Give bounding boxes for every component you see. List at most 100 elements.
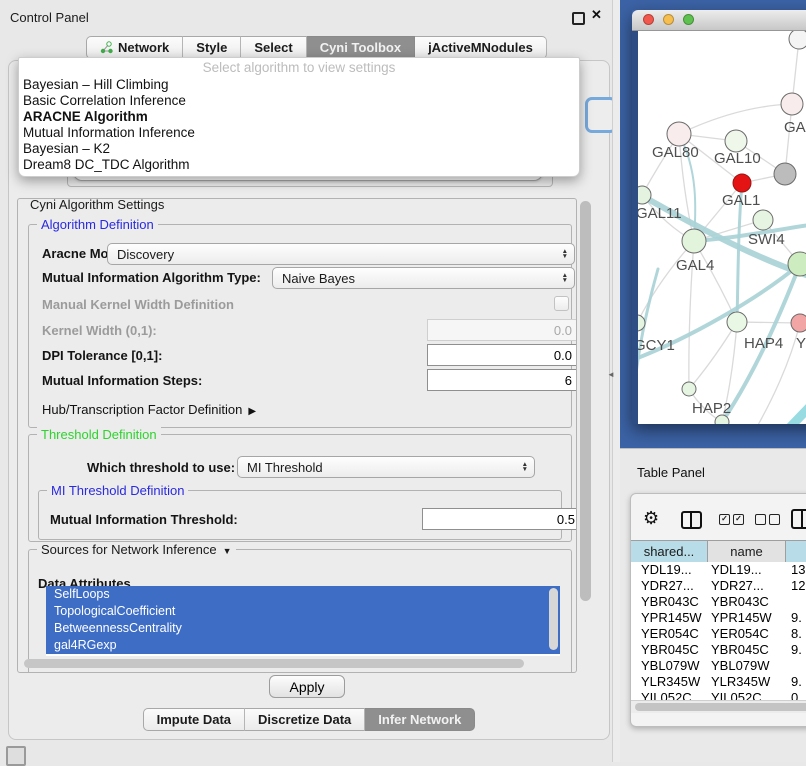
network-node-gal10[interactable] — [725, 130, 747, 152]
dpi-tolerance-field[interactable] — [427, 344, 577, 366]
table-cell: 0. — [786, 690, 806, 700]
scrollbar-thumb[interactable] — [24, 659, 524, 668]
algorithm-option[interactable]: Bayesian – Hill Climbing — [19, 77, 579, 93]
network-node-swi4[interactable] — [753, 210, 773, 230]
select-checkboxes-icon[interactable]: ✓✓ — [719, 514, 744, 525]
tab-cyni-toolbox[interactable]: Cyni Toolbox — [307, 36, 415, 59]
algorithm-option[interactable]: Mutual Information Inference — [19, 125, 579, 141]
attribute-item-selected[interactable]: BetweennessCentrality — [46, 620, 560, 637]
tab-jactivemnodules[interactable]: jActiveMNodules — [415, 36, 547, 59]
tab-infer-network[interactable]: Infer Network — [365, 708, 475, 731]
network-node-gal4[interactable] — [682, 229, 706, 253]
table-row[interactable]: YDL19...YDL19...13 — [631, 562, 806, 578]
settings-horizontal-scrollbar[interactable] — [24, 659, 564, 669]
column-view-icon[interactable] — [681, 511, 702, 529]
algorithm-option[interactable]: Basic Correlation Inference — [19, 93, 579, 109]
sources-legend[interactable]: Sources for Network Inference▼ — [37, 542, 236, 557]
mi-steps-field[interactable] — [427, 369, 577, 391]
table-row[interactable]: YDR27...YDR27...12 — [631, 578, 806, 594]
table-row[interactable]: YBL079WYBL079W — [631, 658, 806, 674]
algorithm-option[interactable]: Dream8 DC_TDC Algorithm — [19, 157, 579, 173]
tab-label: Infer Network — [378, 712, 461, 727]
apply-button[interactable]: Apply — [269, 675, 345, 698]
control-panel-window: Control Panel ✕ NetworkStyleSelectCyni T… — [0, 0, 612, 762]
table-body: YDL19...YDL19...13YDR27...YDR27...12YBR0… — [631, 562, 806, 700]
network-graph[interactable]: GALGAL80GAL10GAL1GAL11SWI4GAL4GCY1HAP4YH… — [638, 31, 806, 424]
table-row[interactable]: YBR043CYBR043C — [631, 594, 806, 610]
settings-vertical-scrollbar[interactable] — [579, 198, 592, 663]
expander-collapsed-icon[interactable]: ▶ — [248, 406, 256, 417]
network-window-titlebar[interactable] — [632, 10, 806, 31]
splitter-collapse-icon[interactable]: ◄ — [607, 370, 615, 379]
dock-panel-icon[interactable] — [6, 746, 26, 766]
table-row[interactable]: YPR145WYPR145W9. — [631, 610, 806, 626]
list-scrollbar[interactable] — [549, 588, 558, 650]
table-row[interactable]: YBR045CYBR045C9. — [631, 642, 806, 658]
which-threshold-select[interactable]: MI Threshold ▲▼ — [237, 456, 535, 478]
table-row[interactable]: YLR345WYLR345W9. — [631, 674, 806, 690]
tab-impute-data[interactable]: Impute Data — [143, 708, 245, 731]
close-traffic-light-icon[interactable] — [643, 14, 654, 25]
data-attributes-list[interactable]: SelfLoopsTopologicalCoefficientBetweenne… — [46, 586, 560, 656]
float-window-icon[interactable] — [572, 12, 585, 25]
mi-type-select[interactable]: Naive Bayes ▲▼ — [272, 267, 575, 289]
network-node-gal11[interactable] — [638, 186, 651, 204]
attribute-item-selected[interactable]: SelfLoops — [46, 586, 560, 603]
network-edge[interactable] — [679, 104, 792, 134]
network-node-hap2[interactable] — [682, 382, 696, 396]
algorithm-option[interactable]: ARACNE Algorithm — [19, 109, 579, 125]
table-cell: YBR045C — [631, 642, 708, 658]
minimize-traffic-light-icon[interactable] — [663, 14, 674, 25]
network-node[interactable] — [774, 163, 796, 185]
network-view-window: GALGAL80GAL10GAL1GAL11SWI4GAL4GCY1HAP4YH… — [632, 10, 806, 424]
network-node[interactable] — [789, 31, 806, 49]
hub-expander-label: Hub/Transcription Factor Definition — [42, 402, 242, 417]
network-edge[interactable] — [758, 373, 806, 424]
control-panel-tabbar: NetworkStyleSelectCyni ToolboxjActiveMNo… — [86, 36, 547, 59]
table-cell — [786, 594, 806, 610]
table-row[interactable]: YIL052CYIL052C0. — [631, 690, 806, 700]
column-header[interactable]: name — [708, 541, 786, 563]
attribute-item-selected[interactable]: TopologicalCoefficient — [46, 603, 560, 620]
network-node-gal1[interactable] — [733, 174, 751, 192]
node-label: GAL11 — [638, 205, 682, 222]
network-node-gal80[interactable] — [667, 122, 691, 146]
manual-kernel-checkbox[interactable] — [554, 296, 569, 311]
zoom-traffic-light-icon[interactable] — [683, 14, 694, 25]
tab-discretize-data[interactable]: Discretize Data — [245, 708, 365, 731]
column-header[interactable] — [786, 541, 806, 563]
tab-network[interactable]: Network — [86, 36, 183, 59]
aracne-mode-select[interactable]: Discovery ▲▼ — [107, 243, 575, 265]
close-icon[interactable]: ✕ — [591, 7, 602, 23]
mi-threshold-field[interactable] — [422, 508, 577, 530]
scrollbar-thumb[interactable] — [635, 703, 806, 711]
table-horizontal-scrollbar[interactable] — [631, 700, 806, 713]
network-node-gal[interactable] — [781, 93, 803, 115]
table-cell — [786, 658, 806, 674]
manual-kernel-label: Manual Kernel Width Definition — [42, 295, 234, 315]
node-label: GAL — [784, 119, 806, 136]
algorithm-option[interactable]: Bayesian – K2 — [19, 141, 579, 157]
table-view-icon[interactable] — [791, 509, 806, 529]
kernel-width-field[interactable] — [427, 319, 577, 341]
hub-expander[interactable]: Hub/Transcription Factor Definition ▶ — [42, 400, 256, 420]
node-label: GAL4 — [676, 257, 714, 274]
tab-select[interactable]: Select — [241, 36, 306, 59]
column-header[interactable]: shared... — [631, 541, 708, 563]
tab-style[interactable]: Style — [183, 36, 241, 59]
network-canvas[interactable]: GALGAL80GAL10GAL1GAL11SWI4GAL4GCY1HAP4YH… — [638, 31, 806, 424]
attribute-item-selected[interactable]: gal4RGexp — [46, 637, 560, 654]
network-node-hap4[interactable] — [727, 312, 747, 332]
scrollbar-thumb[interactable] — [580, 201, 591, 601]
network-node-y[interactable] — [791, 314, 806, 332]
expander-expanded-icon[interactable]: ▼ — [223, 546, 232, 556]
table-cell: YDL19... — [631, 562, 708, 578]
node-table-window: ⚙ ✓✓ shared...name YDL19...YDL19...13YDR… — [630, 493, 806, 727]
table-cell: 8. — [786, 626, 806, 642]
table-row[interactable]: YER054CYER054C8. — [631, 626, 806, 642]
deselect-checkboxes-icon[interactable] — [755, 514, 780, 525]
node-label: GAL10 — [714, 150, 761, 167]
table-cell: YPR145W — [708, 610, 786, 626]
algorithm-dropdown-popup: Select algorithm to view settings Bayesi… — [18, 57, 580, 177]
settings-gear-icon[interactable]: ⚙ — [643, 508, 659, 529]
